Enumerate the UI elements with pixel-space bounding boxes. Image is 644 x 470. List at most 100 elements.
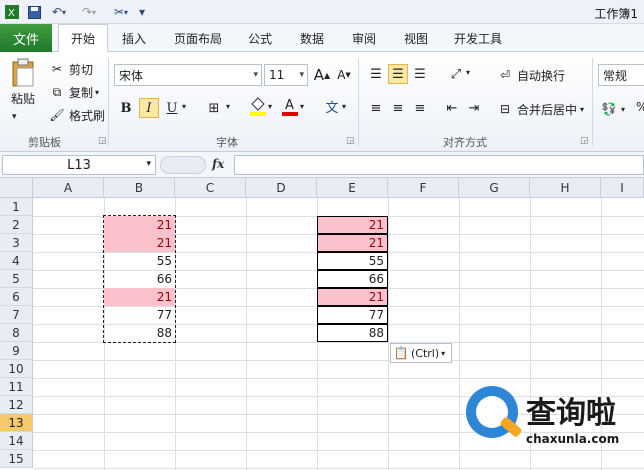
copy-marquee <box>103 215 176 343</box>
cell-e3[interactable]: 21 <box>317 234 388 252</box>
underline-dropdown-icon[interactable]: ▾ <box>182 102 186 111</box>
column-header-e[interactable]: E <box>317 178 388 198</box>
font-color-dropdown-icon[interactable]: ▾ <box>300 102 304 111</box>
tools-icon[interactable]: ✂ ▾ <box>110 3 132 21</box>
underline-button[interactable]: U <box>162 98 182 118</box>
row-header[interactable]: 10 <box>0 360 33 378</box>
insert-function-icon[interactable]: fx <box>212 157 224 171</box>
merge-center-button[interactable]: ⊟ 合并后居中 ▾ <box>496 100 584 118</box>
row-header[interactable]: 2 <box>0 216 33 234</box>
row-header[interactable]: 11 <box>0 378 33 396</box>
select-all-corner[interactable] <box>0 178 33 198</box>
font-name-select[interactable]: 宋体 ▾ <box>114 64 262 86</box>
tab-view[interactable]: 视图 <box>396 24 436 52</box>
column-header-f[interactable]: F <box>388 178 459 198</box>
grow-font-button[interactable]: A ▲ <box>312 65 332 85</box>
cell-e7[interactable]: 77 <box>317 306 388 324</box>
align-right-icon: ≡ <box>414 100 426 116</box>
shrink-font-button[interactable]: A ▼ <box>334 65 354 85</box>
row-header[interactable]: 9 <box>0 342 33 360</box>
row-header[interactable]: 7 <box>0 306 33 324</box>
paste-options-label: (Ctrl) <box>411 346 440 360</box>
increase-indent-button[interactable]: ⇥ <box>464 98 484 118</box>
clipboard-launcher-icon[interactable]: ◲ <box>98 136 107 146</box>
wrap-text-button[interactable]: ⏎ 自动换行 <box>496 66 565 84</box>
font-size-select[interactable]: 11 ▾ <box>264 64 308 86</box>
name-box-value: L13 <box>67 157 91 173</box>
paste-options-button[interactable]: 📋 (Ctrl) ▾ <box>390 343 452 363</box>
tab-developer[interactable]: 开发工具 <box>448 24 508 52</box>
row-header[interactable]: 5 <box>0 270 33 288</box>
orientation-dropdown-icon[interactable]: ▾ <box>466 68 470 77</box>
row-header[interactable]: 12 <box>0 396 33 414</box>
currency-format-button[interactable]: 💱 ▾ <box>600 100 626 118</box>
align-right-button[interactable]: ≡ <box>410 98 430 118</box>
fill-color-button[interactable] <box>248 96 268 116</box>
phonetic-button[interactable]: 文 <box>322 96 342 116</box>
column-header-h[interactable]: H <box>530 178 601 198</box>
save-icon[interactable] <box>26 3 42 21</box>
formula-input[interactable] <box>234 155 644 175</box>
row-header[interactable]: 3 <box>0 234 33 252</box>
tab-home[interactable]: 开始 <box>58 24 108 53</box>
redo-icon[interactable]: ↷ ▾ <box>78 3 100 21</box>
cell-e6[interactable]: 21 <box>317 288 388 306</box>
align-top-button[interactable]: ☰ <box>366 64 386 84</box>
column-header-a[interactable]: A <box>33 178 104 198</box>
undo-icon[interactable]: ↶ ▾ <box>48 3 70 21</box>
align-center-button[interactable]: ≡ <box>388 98 408 118</box>
tab-page-layout[interactable]: 页面布局 <box>168 24 228 52</box>
row-header[interactable]: 6 <box>0 288 33 306</box>
tab-review[interactable]: 审阅 <box>344 24 384 52</box>
percent-format-button[interactable]: % <box>636 100 644 114</box>
column-header-i[interactable]: I <box>601 178 644 198</box>
font-launcher-icon[interactable]: ◲ <box>346 136 355 146</box>
italic-button[interactable]: I <box>139 98 159 118</box>
chevron-down-icon: ▾ <box>299 70 304 80</box>
tab-data[interactable]: 数据 <box>292 24 332 52</box>
row-header[interactable]: 1 <box>0 198 33 216</box>
align-left-button[interactable]: ≡ <box>366 98 386 118</box>
column-header-g[interactable]: G <box>459 178 530 198</box>
row-header[interactable]: 15 <box>0 450 33 468</box>
column-header-c[interactable]: C <box>175 178 246 198</box>
column-header-b[interactable]: B <box>104 178 175 198</box>
cut-button[interactable]: ✂ 剪切 <box>48 60 93 78</box>
group-divider <box>592 58 593 146</box>
paste-dropdown-icon[interactable]: ▾ <box>12 112 17 122</box>
cell-e2[interactable]: 21 <box>317 216 388 234</box>
borders-dropdown-icon[interactable]: ▾ <box>226 102 230 111</box>
copy-button[interactable]: ⧉ 复制 ▾ <box>48 83 99 101</box>
row-header[interactable]: 8 <box>0 324 33 342</box>
borders-button[interactable]: ⊞ <box>204 98 224 118</box>
paste-button[interactable]: 粘贴 <box>6 58 40 107</box>
row-header-selected[interactable]: 13 <box>0 414 33 432</box>
decrease-indent-button[interactable]: ⇤ <box>442 98 462 118</box>
row-header[interactable]: 14 <box>0 432 33 450</box>
excel-logo-icon: X <box>4 3 20 21</box>
phonetic-dropdown-icon[interactable]: ▾ <box>342 102 346 111</box>
column-header-d[interactable]: D <box>246 178 317 198</box>
fill-color-dropdown-icon[interactable]: ▾ <box>268 102 272 111</box>
customize-qat-icon[interactable]: ▾ <box>136 3 148 21</box>
watermark-brand: 查询啦 <box>526 396 616 431</box>
bold-button[interactable]: B <box>116 98 136 118</box>
scissors-icon: ✂ <box>51 62 63 76</box>
cell-e4[interactable]: 55 <box>317 252 388 270</box>
name-box[interactable]: L13 ▾ <box>2 155 156 175</box>
format-painter-button[interactable]: 🖌 格式刷 <box>48 106 105 124</box>
paint-bucket-icon <box>250 97 266 116</box>
cell-e8[interactable]: 88 <box>317 324 388 342</box>
tab-file[interactable]: 文件 <box>0 24 52 52</box>
number-format-select[interactable]: 常规 <box>598 64 644 86</box>
alignment-launcher-icon[interactable]: ◲ <box>580 136 589 146</box>
orientation-button[interactable]: ⤢ <box>446 64 466 84</box>
row-header[interactable]: 4 <box>0 252 33 270</box>
formula-bar-grip[interactable] <box>160 156 206 174</box>
font-color-button[interactable]: A <box>280 96 300 116</box>
cell-e5[interactable]: 66 <box>317 270 388 288</box>
tab-formulas[interactable]: 公式 <box>240 24 280 52</box>
align-middle-button[interactable]: ☰ <box>388 64 408 84</box>
tab-insert[interactable]: 插入 <box>114 24 154 52</box>
align-bottom-button[interactable]: ☰ <box>410 64 430 84</box>
